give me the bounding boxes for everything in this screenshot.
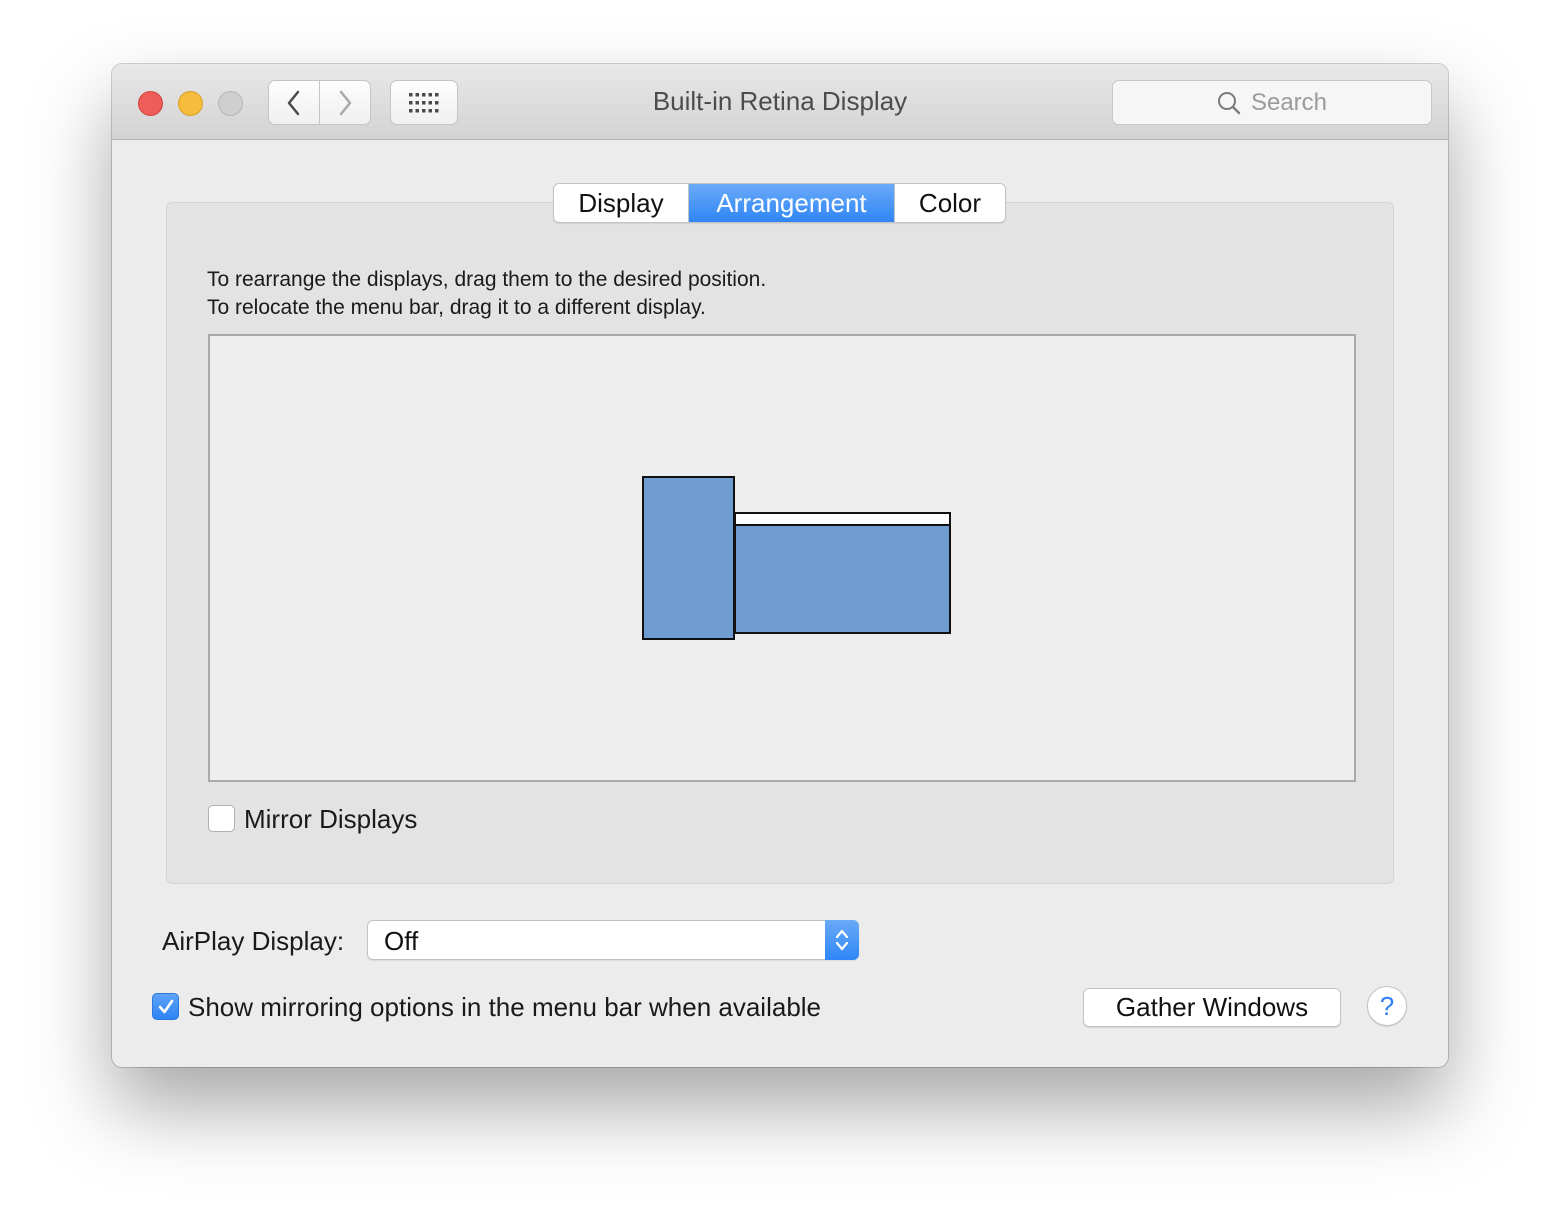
tab-color[interactable]: Color [894, 184, 1005, 222]
arrangement-instruction-1: To rearrange the displays, drag them to … [207, 268, 767, 291]
title-bar: Built-in Retina Display Search [112, 64, 1448, 140]
search-placeholder: Search [1250, 88, 1328, 116]
airplay-display-popup[interactable]: Off [367, 920, 859, 960]
airplay-display-value: Off [384, 926, 419, 956]
mirror-displays-label: Mirror Displays [244, 804, 418, 834]
show-mirroring-label: Show mirroring options in the menu bar w… [188, 992, 822, 1022]
mirror-displays-checkbox[interactable] [208, 805, 235, 832]
tab-arrangement[interactable]: Arrangement [689, 184, 894, 222]
menu-bar-handle[interactable] [736, 514, 949, 526]
system-preferences-window: Built-in Retina Display Search Display A… [112, 64, 1448, 1067]
display-arrangement-area [208, 334, 1356, 782]
airplay-display-label: AirPlay Display: [162, 926, 345, 956]
search-icon [1217, 91, 1241, 114]
help-button[interactable]: ? [1367, 986, 1407, 1026]
chevron-up-down-icon [835, 929, 849, 951]
show-mirroring-checkbox[interactable] [152, 993, 179, 1020]
arrangement-instruction-2: To relocate the menu bar, drag it to a d… [207, 296, 706, 319]
display-thumbnail-secondary[interactable] [642, 476, 735, 640]
checkmark-icon [158, 999, 173, 1013]
tab-display[interactable]: Display [554, 184, 689, 222]
search-field[interactable]: Search [1112, 80, 1432, 125]
display-thumbnail-main[interactable] [734, 512, 951, 634]
gather-windows-button[interactable]: Gather Windows [1083, 988, 1341, 1027]
tab-bar: Display Arrangement Color [553, 183, 1006, 223]
popup-stepper [825, 920, 859, 960]
